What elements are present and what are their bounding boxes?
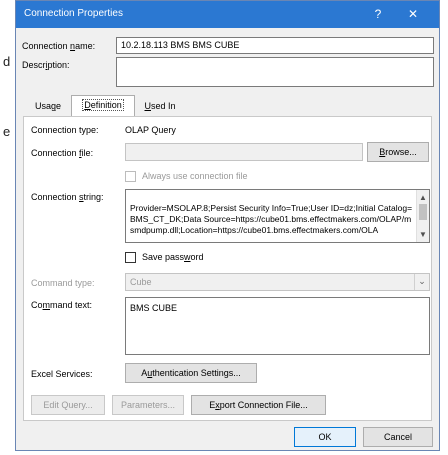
command-type-select[interactable]: Cube ⌄ — [125, 273, 430, 291]
window-title: Connection Properties — [24, 8, 123, 19]
connection-type-label: Connection type: — [31, 125, 99, 135]
connection-string-label: Connection string: — [31, 192, 104, 202]
help-button[interactable]: ? — [366, 4, 390, 24]
connection-name-input[interactable]: 10.2.18.113 BMS BMS CUBE — [116, 37, 434, 54]
tab-usage[interactable]: Usage — [26, 97, 70, 116]
command-text-input[interactable]: BMS CUBE — [125, 297, 430, 355]
chevron-down-icon: ⌄ — [414, 274, 429, 290]
scroll-up-icon[interactable]: ▲ — [417, 192, 429, 203]
edit-query-button[interactable]: Edit Query... — [31, 395, 105, 415]
description-label: Description: — [22, 60, 70, 70]
excel-services-label: Excel Services: — [31, 369, 93, 379]
description-input[interactable] — [116, 57, 434, 87]
connection-file-input[interactable] — [125, 143, 363, 161]
save-password-checkbox[interactable] — [125, 252, 136, 263]
parameters-button[interactable]: Parameters... — [112, 395, 184, 415]
export-connection-file-button[interactable]: Export Connection File... — [191, 395, 326, 415]
cancel-button[interactable]: Cancel — [363, 427, 433, 447]
connection-string-input[interactable]: Provider=MSOLAP.8;Persist Security Info=… — [125, 189, 430, 243]
save-password-label: Save password — [142, 252, 204, 262]
connection-file-label: Connection file: — [31, 148, 94, 158]
background-text-fragment: d — [3, 54, 11, 69]
close-icon[interactable]: ✕ — [401, 4, 425, 24]
connection-string-text: Provider=MSOLAP.8;Persist Security Info=… — [130, 203, 413, 235]
command-type-value: Cube — [130, 277, 152, 287]
ok-button[interactable]: OK — [294, 427, 356, 447]
command-text-label: Command text: — [31, 300, 93, 310]
scroll-down-icon[interactable]: ▼ — [417, 229, 429, 240]
always-use-file-label: Always use connection file — [142, 171, 248, 181]
connection-properties-dialog: Connection Properties ? ✕ Connection nam… — [15, 0, 440, 451]
connection-type-value: OLAP Query — [125, 125, 176, 135]
background-text-fragment: e — [3, 124, 11, 139]
always-use-file-checkbox[interactable] — [125, 171, 136, 182]
scroll-thumb[interactable] — [419, 204, 427, 220]
authentication-settings-button[interactable]: Authentication Settings... — [125, 363, 257, 383]
command-type-label: Command type: — [31, 278, 95, 288]
connection-name-label: Connection name: — [22, 41, 96, 51]
tab-used-in[interactable]: Used In — [136, 97, 184, 116]
connection-string-scrollbar[interactable]: ▲ ▼ — [416, 190, 429, 242]
title-bar: Connection Properties ? ✕ — [16, 1, 439, 28]
browse-button[interactable]: Browse... — [367, 142, 429, 162]
tab-definition[interactable]: Definition — [71, 95, 135, 118]
